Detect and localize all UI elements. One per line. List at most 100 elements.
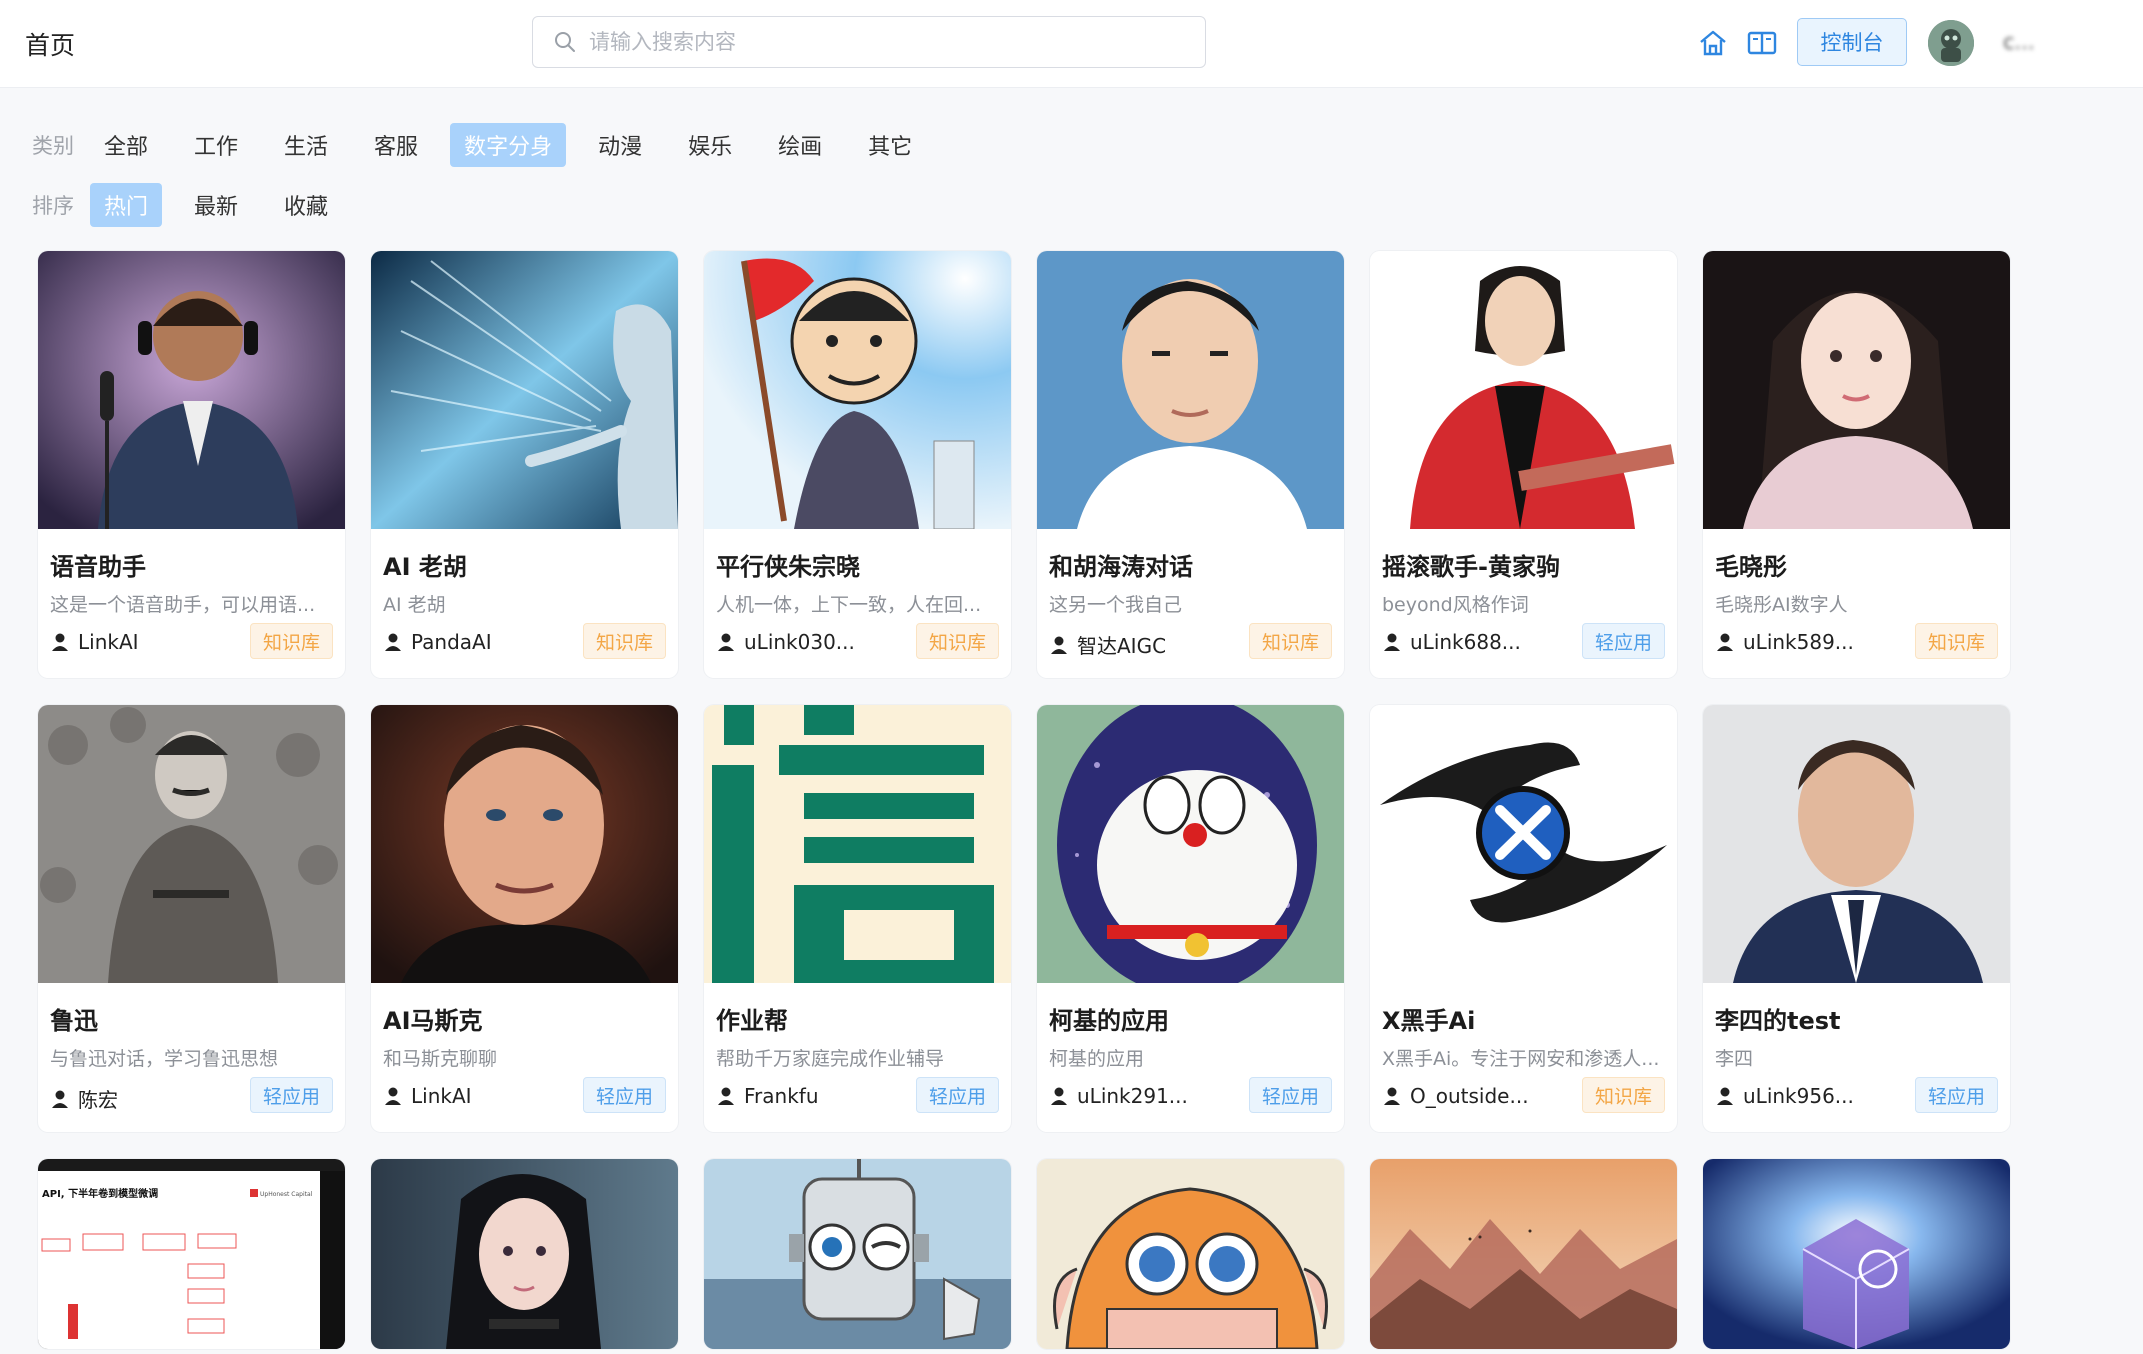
author-name: LinkAI bbox=[411, 1084, 472, 1108]
card-title: AI马斯克 bbox=[383, 1007, 483, 1035]
card-image bbox=[1370, 251, 1677, 529]
card-image bbox=[1370, 705, 1677, 983]
app-card[interactable]: AI 老胡 AI 老胡 PandaAI 知识库 bbox=[371, 251, 678, 678]
category-entertainment[interactable]: 娱乐 bbox=[674, 123, 746, 167]
card-author: 智达AIGC bbox=[1049, 630, 1166, 659]
app-card[interactable]: 平行侠朱宗晓 人机一体，上下一致，人在回... uLink030... 知识库 bbox=[704, 251, 1011, 678]
app-card[interactable]: 鲁迅 与鲁迅对话，学习鲁迅思想 陈宏 轻应用 bbox=[38, 705, 345, 1132]
author-name: Frankfu bbox=[744, 1084, 819, 1108]
card-image bbox=[371, 1159, 678, 1349]
card-image bbox=[1370, 1159, 1677, 1349]
author-name: uLink030... bbox=[744, 630, 855, 654]
app-card[interactable]: 作业帮 帮助千万家庭完成作业辅导 Frankfu 轻应用 bbox=[704, 705, 1011, 1132]
app-card[interactable] bbox=[1037, 1159, 1344, 1349]
app-card[interactable] bbox=[704, 1159, 1011, 1349]
category-all[interactable]: 全部 bbox=[90, 123, 162, 167]
page: 首页 控制台 c... 类别 全部 工作 生活 客服 数字分身 动漫 娱乐 绘画… bbox=[0, 0, 2143, 1354]
user-icon bbox=[1384, 1087, 1400, 1105]
card-tag: 知识库 bbox=[1248, 623, 1332, 659]
author-name: LinkAI bbox=[78, 630, 139, 654]
card-author: uLink030... bbox=[716, 630, 855, 654]
author-name: uLink589... bbox=[1743, 630, 1854, 654]
card-tag: 知识库 bbox=[1581, 1077, 1665, 1113]
card-author: LinkAI bbox=[383, 1084, 472, 1108]
card-tag: 知识库 bbox=[915, 623, 999, 659]
sort-favorites[interactable]: 收藏 bbox=[270, 183, 342, 227]
card-tag: 轻应用 bbox=[1248, 1077, 1332, 1113]
app-card[interactable]: 摇滚歌手-黄家驹 beyond风格作词 uLink688... 轻应用 bbox=[1370, 251, 1677, 678]
home-icon[interactable] bbox=[1697, 27, 1729, 59]
user-icon bbox=[52, 633, 68, 651]
app-card[interactable] bbox=[1703, 1159, 2010, 1349]
app-card[interactable]: AI马斯克 和马斯克聊聊 LinkAI 轻应用 bbox=[371, 705, 678, 1132]
card-image: API, 下半年卷到模型微调 UpHonest Capital bbox=[38, 1159, 345, 1349]
author-name: O_outside... bbox=[1410, 1084, 1529, 1108]
search-box[interactable] bbox=[532, 16, 1206, 68]
card-description: X黑手Ai。专注于网安和渗透人... bbox=[1382, 1048, 1660, 1070]
card-image bbox=[1703, 251, 2010, 529]
user-icon bbox=[52, 1090, 68, 1108]
card-author: uLink956... bbox=[1715, 1084, 1854, 1108]
card-description: 和马斯克聊聊 bbox=[383, 1048, 498, 1070]
search-icon bbox=[555, 32, 575, 52]
card-tag: 轻应用 bbox=[1581, 623, 1665, 659]
card-image bbox=[704, 1159, 1011, 1349]
app-card[interactable]: 和胡海涛对话 这另一个我自己 智达AIGC 知识库 bbox=[1037, 251, 1344, 678]
card-tag: 轻应用 bbox=[915, 1077, 999, 1113]
category-life[interactable]: 生活 bbox=[270, 123, 342, 167]
card-image bbox=[1703, 1159, 2010, 1349]
user-icon bbox=[385, 633, 401, 651]
search-input[interactable] bbox=[589, 22, 1205, 62]
book-icon[interactable] bbox=[1746, 27, 1778, 59]
app-card[interactable]: 李四的test 李四 uLink956... 轻应用 bbox=[1703, 705, 2010, 1132]
card-image bbox=[1703, 705, 2010, 983]
app-card[interactable]: 语音助手 这是一个语音助手，可以用语... LinkAI 知识库 bbox=[38, 251, 345, 678]
app-card[interactable]: X黑手Ai X黑手Ai。专注于网安和渗透人... O_outside... 知识… bbox=[1370, 705, 1677, 1132]
card-image bbox=[38, 705, 345, 983]
category-painting[interactable]: 绘画 bbox=[764, 123, 836, 167]
username[interactable]: c... bbox=[2003, 30, 2035, 54]
app-card[interactable]: 柯基的应用 柯基的应用 uLink291... 轻应用 bbox=[1037, 705, 1344, 1132]
card-tag: 轻应用 bbox=[249, 1077, 333, 1113]
card-description: 毛晓彤AI数字人 bbox=[1715, 594, 1848, 616]
category-work[interactable]: 工作 bbox=[180, 123, 252, 167]
card-tag: 知识库 bbox=[249, 623, 333, 659]
card-title: 柯基的应用 bbox=[1049, 1007, 1169, 1035]
page-title: 首页 bbox=[25, 31, 76, 60]
author-name: uLink688... bbox=[1410, 630, 1521, 654]
author-name: uLink291... bbox=[1077, 1084, 1188, 1108]
console-button[interactable]: 控制台 bbox=[1797, 18, 1907, 66]
card-description: beyond风格作词 bbox=[1382, 594, 1529, 616]
user-icon bbox=[1717, 633, 1733, 651]
user-icon bbox=[1051, 636, 1067, 654]
app-card[interactable] bbox=[371, 1159, 678, 1349]
card-image bbox=[704, 705, 1011, 983]
app-card[interactable]: API, 下半年卷到模型微调 UpHonest Capital bbox=[38, 1159, 345, 1349]
card-description: AI 老胡 bbox=[383, 594, 446, 616]
card-description: 李四 bbox=[1715, 1048, 1754, 1070]
card-image bbox=[371, 251, 678, 529]
user-icon bbox=[1384, 633, 1400, 651]
category-filter: 类别 全部 工作 生活 客服 数字分身 动漫 娱乐 绘画 其它 bbox=[32, 123, 944, 167]
card-title: X黑手Ai bbox=[1382, 1007, 1476, 1035]
category-digital-twin[interactable]: 数字分身 bbox=[450, 123, 567, 167]
user-icon bbox=[1717, 1087, 1733, 1105]
card-title: 鲁迅 bbox=[50, 1007, 98, 1035]
card-image bbox=[1037, 251, 1344, 529]
app-card[interactable]: 毛晓彤 毛晓彤AI数字人 uLink589... 知识库 bbox=[1703, 251, 2010, 678]
card-tag: 轻应用 bbox=[1914, 1077, 1998, 1113]
user-icon bbox=[385, 1087, 401, 1105]
card-image bbox=[371, 705, 678, 983]
category-anime[interactable]: 动漫 bbox=[584, 123, 656, 167]
avatar[interactable] bbox=[1928, 20, 1974, 66]
card-tag: 轻应用 bbox=[582, 1077, 666, 1113]
sort-hot[interactable]: 热门 bbox=[90, 183, 163, 227]
card-author: Frankfu bbox=[716, 1084, 819, 1108]
category-other[interactable]: 其它 bbox=[854, 123, 926, 167]
category-service[interactable]: 客服 bbox=[360, 123, 432, 167]
app-card[interactable] bbox=[1370, 1159, 1677, 1349]
sort-filter: 排序 热门 最新 收藏 bbox=[32, 183, 360, 227]
card-image bbox=[704, 251, 1011, 529]
slide-brand: UpHonest Capital bbox=[260, 1191, 313, 1198]
sort-latest[interactable]: 最新 bbox=[180, 183, 252, 227]
